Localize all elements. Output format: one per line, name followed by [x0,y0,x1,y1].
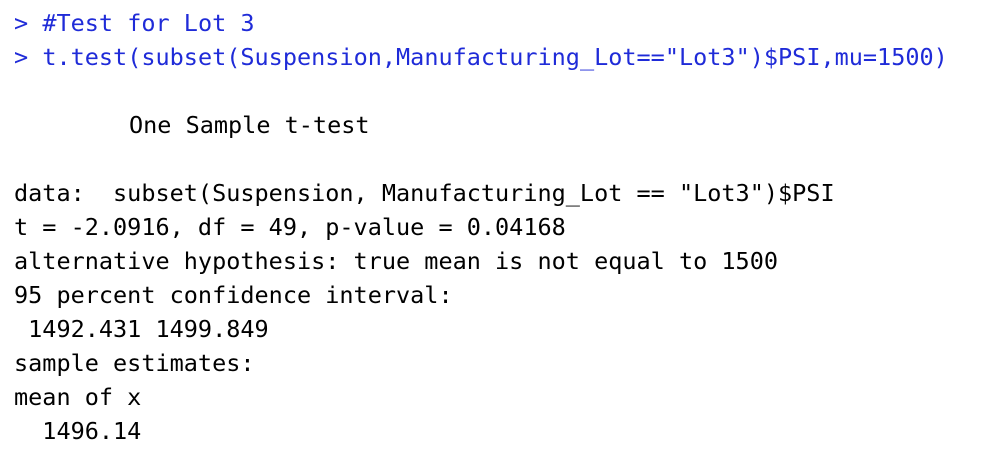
prompt-symbol: > [14,43,29,71]
command-line-ttest: > t.test(subset(Suspension,Manufacturing… [14,40,948,74]
command-line-comment: > #Test for Lot 3 [14,6,255,40]
output-estimates-label: sample estimates: [14,349,255,377]
output-ci-label: 95 percent confidence interval: [14,281,453,309]
output-data-line: data: subset(Suspension, Manufacturing_L… [14,179,835,207]
prompt-symbol: > [14,9,29,37]
r-console[interactable]: > #Test for Lot 3 > t.test(subset(Suspen… [0,0,1006,452]
output-heading: One Sample t-test [129,111,370,139]
output-estimate-value: 1496.14 [14,417,142,445]
command-text: t.test(subset(Suspension,Manufacturing_L… [42,43,948,71]
output-estimate-name: mean of x [14,383,142,411]
output-alternative-line: alternative hypothesis: true mean is not… [14,247,779,275]
output-stats-line: t = -2.0916, df = 49, p-value = 0.04168 [14,213,566,241]
command-text: #Test for Lot 3 [42,9,255,37]
output-ci-values: 1492.431 1499.849 [14,315,269,343]
